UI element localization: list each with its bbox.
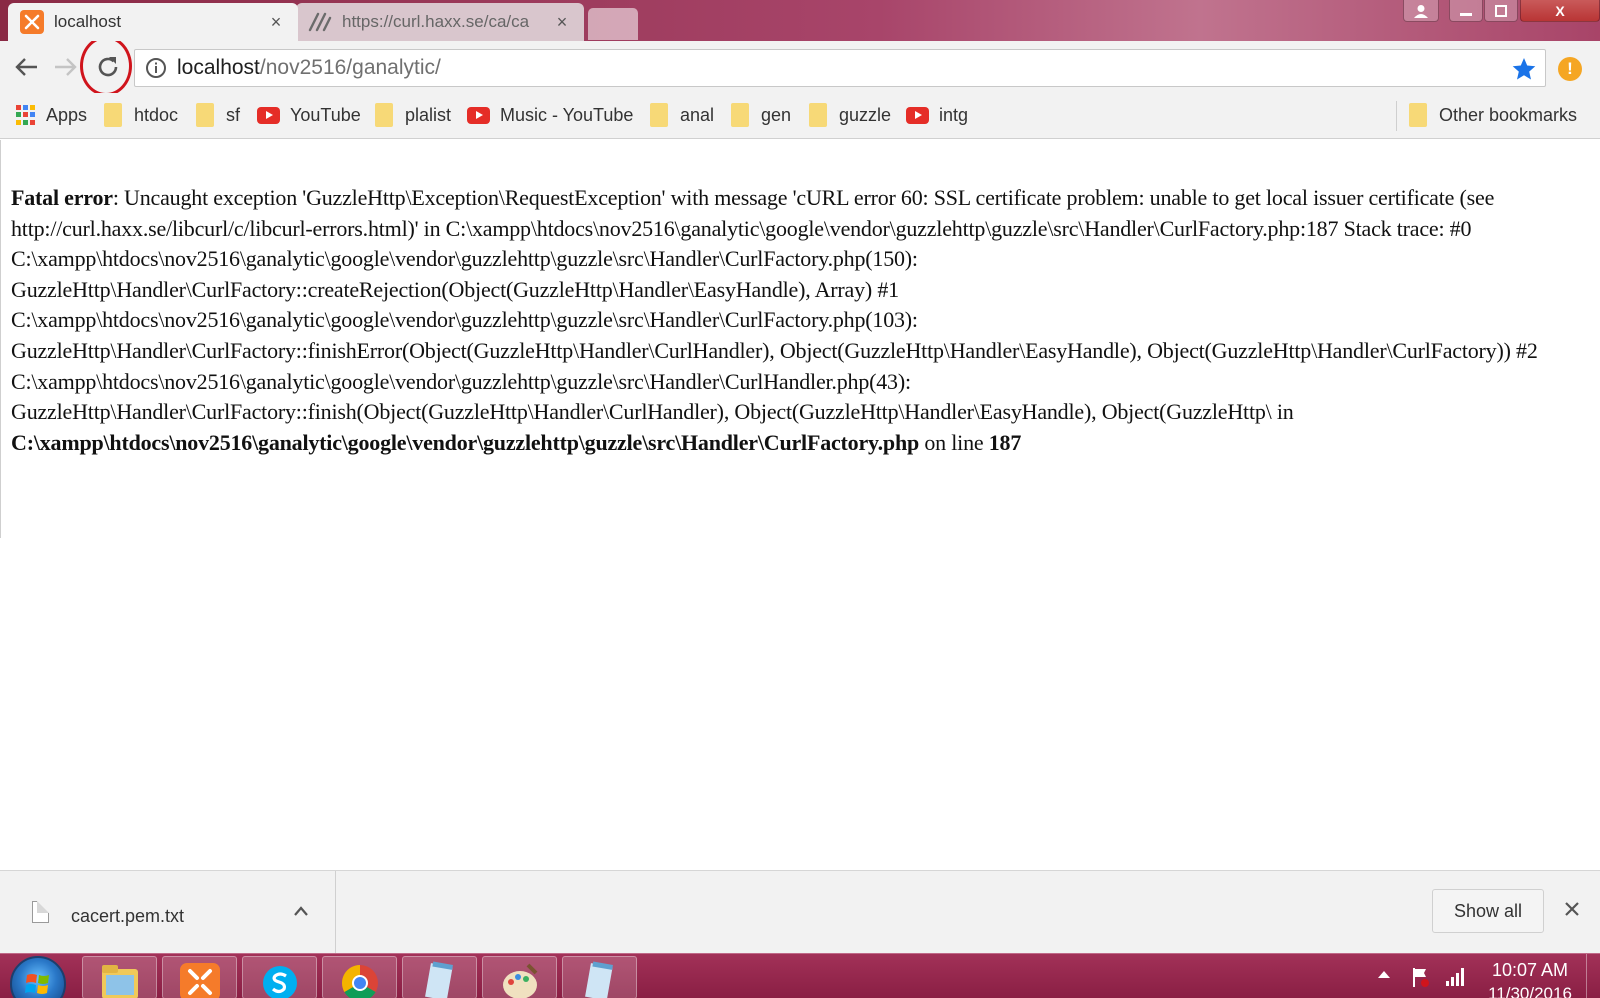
bookmark-item[interactable]: htdoc [104,101,178,129]
bookmark-item[interactable]: gen [731,101,791,129]
bookmark-label: YouTube [290,104,361,125]
youtube-icon [906,106,929,124]
page-content: Fatal error: Uncaught exception 'GuzzleH… [0,140,1600,869]
folder-icon [809,103,827,127]
taskbar-paint[interactable] [482,956,557,998]
taskbar-explorer[interactable] [82,956,157,998]
reload-highlight-circle [80,36,132,96]
bookmark-star-icon[interactable] [1511,56,1537,87]
bookmark-item[interactable]: intg [906,101,968,129]
show-all-button[interactable]: Show all [1432,889,1544,933]
browser-toolbar: localhost/nov2516/ganalytic/ ! [0,41,1600,93]
bookmark-item[interactable]: plalist [375,101,451,129]
curl-icon [308,10,332,34]
tab-close-icon[interactable]: × [266,12,286,33]
bookmark-item[interactable]: guzzle [809,101,891,129]
bookmark-other[interactable]: Other bookmarks [1409,101,1577,129]
bookmark-label: intg [939,104,969,125]
bookmark-label: gen [761,104,792,125]
download-filename: cacert.pem.txt [71,906,185,926]
show-desktop-button[interactable] [1586,954,1600,998]
skype-icon [262,966,297,998]
tab-title: https://curl.haxx.se/ca/ca [342,12,530,31]
download-item[interactable]: cacert.pem.txt [0,871,336,954]
maximize-icon[interactable] [1484,0,1518,22]
profile-icon[interactable] [1403,0,1439,22]
bookmark-label: anal [680,104,715,125]
download-shelf: cacert.pem.txt Show all [0,870,1600,954]
chrome-icon [341,965,378,998]
explorer-icon [101,965,138,998]
alert-icon[interactable]: ! [1558,57,1582,81]
php-fatal-error: Fatal error: Uncaught exception 'GuzzleH… [11,183,1596,458]
xampp-icon [20,10,44,34]
bookmarks-divider [1396,101,1397,131]
title-bar: localhost × https://curl.haxx.se/ca/ca ×… [0,0,1600,41]
taskbar-skype[interactable] [242,956,317,998]
tab-title: localhost [54,12,122,31]
folder-icon [104,103,122,127]
tab-localhost[interactable]: localhost × [8,3,298,41]
error-message: : Uncaught exception 'GuzzleHttp\Excepti… [11,185,1538,425]
folder-icon [731,103,749,127]
start-button[interactable] [10,956,66,998]
back-arrow-icon[interactable] [11,52,41,82]
taskbar-chrome[interactable] [322,956,397,998]
action-center-flag-icon[interactable] [1412,966,1430,988]
minimize-icon[interactable] [1449,0,1483,22]
file-icon [32,901,49,923]
folder-icon [1409,103,1427,127]
bookmark-item[interactable]: YouTube [257,101,361,129]
page-edge-line [0,140,1,538]
xampp-icon [179,963,220,998]
notepad-icon [424,961,453,998]
notepad-icon [584,961,613,998]
info-icon[interactable] [145,57,167,79]
error-on-line: on line [919,429,989,455]
error-line-number: 187 [988,429,1022,455]
bookmark-apps[interactable]: Apps [16,101,87,129]
taskbar-notepad[interactable] [402,956,477,998]
new-tab-button[interactable] [588,8,638,40]
folder-icon [650,103,668,127]
tab-curl-ca[interactable]: https://curl.haxx.se/ca/ca × [296,3,584,41]
clock-time: 10:07 AM [1491,960,1569,980]
bookmark-label: plalist [405,104,452,125]
tab-close-icon[interactable]: × [552,12,572,33]
apps-grid-icon [16,105,36,125]
youtube-icon [467,106,490,124]
windows-taskbar: 10:07 AM 11/30/2016 [0,953,1600,998]
folder-icon [375,103,393,127]
bookmark-item[interactable]: Music - YouTube [467,101,633,129]
forward-arrow-icon[interactable] [51,52,81,82]
taskbar-xampp[interactable] [162,956,237,998]
youtube-icon [257,106,280,124]
close-window-button[interactable]: X [1520,0,1600,22]
show-hidden-icons-icon[interactable] [1378,971,1390,978]
paint-icon [502,963,537,998]
url-host: localhost [177,56,260,79]
taskbar-notepad[interactable] [562,956,637,998]
url-text[interactable]: localhost/nov2516/ganalytic/ [177,56,441,80]
address-bar[interactable]: localhost/nov2516/ganalytic/ [134,49,1546,87]
windows-logo-icon [25,974,49,994]
bookmark-label: sf [226,104,241,125]
chevron-up-icon[interactable] [292,904,310,923]
bookmark-label: Other bookmarks [1439,104,1578,125]
bookmark-label: guzzle [839,104,892,125]
bookmark-label: Music - YouTube [500,104,634,125]
folder-icon [196,103,214,127]
clock-date: 11/30/2016 [1488,984,1572,998]
bookmarks-bar: Apps htdoc sf YouTube plalist Music - Yo… [0,93,1600,139]
error-file: C:\xampp\htdocs\nov2516\ganalytic\google… [11,429,920,455]
bookmark-label: Apps [46,104,88,125]
bookmark-label: htdoc [134,104,179,125]
bookmark-item[interactable]: anal [650,101,714,129]
error-label: Fatal error [11,185,113,210]
url-path: /nov2516/ganalytic/ [259,56,441,79]
network-signal-icon[interactable] [1446,968,1464,986]
close-icon[interactable] [1562,899,1582,924]
system-clock[interactable]: 10:07 AM 11/30/2016 [1480,958,1580,998]
bookmark-item[interactable]: sf [196,101,240,129]
